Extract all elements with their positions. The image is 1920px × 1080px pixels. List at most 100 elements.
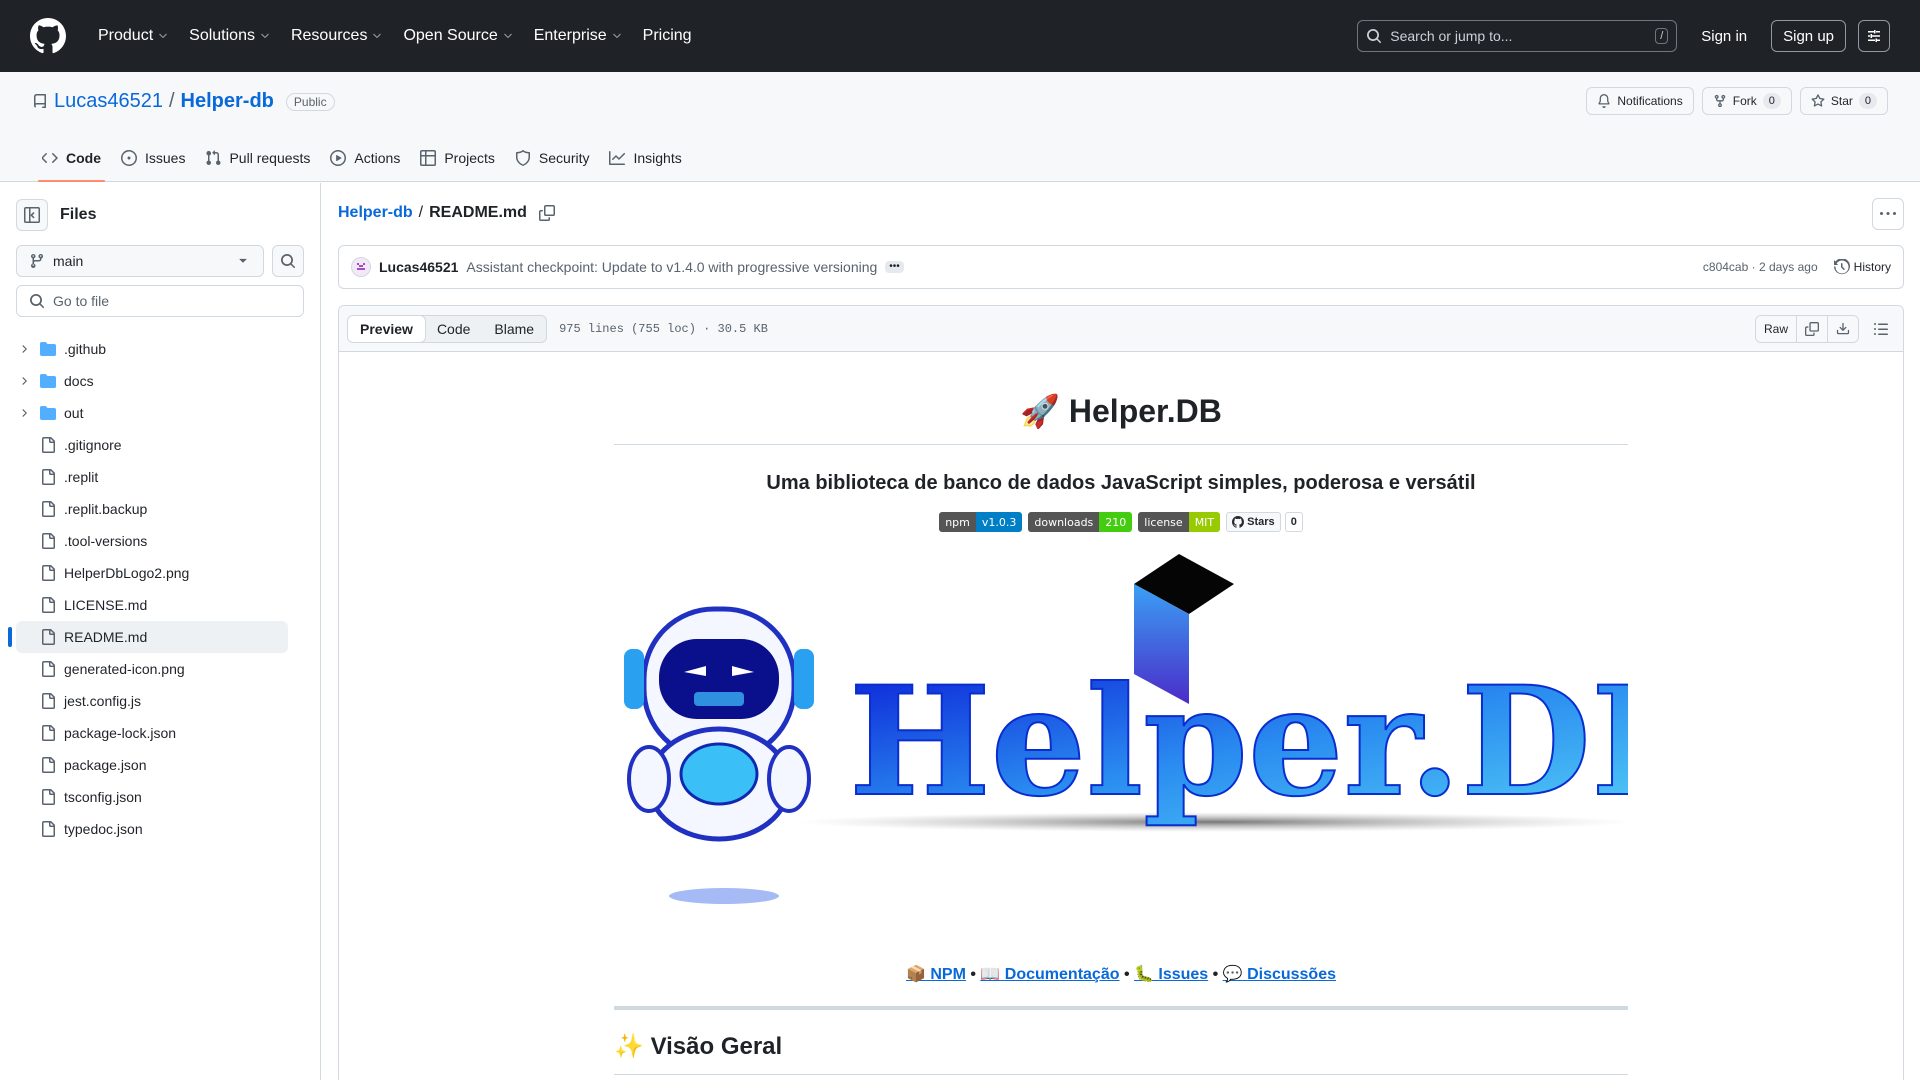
file-icon (42, 661, 55, 677)
stars-button: Stars (1226, 512, 1281, 532)
expand-commit-message-button[interactable]: ••• (885, 261, 904, 273)
tab-code[interactable]: Code (32, 134, 111, 182)
download-raw-button[interactable] (1828, 315, 1858, 342)
raw-copy-download-group: Raw (1754, 314, 1859, 343)
top-nav-product[interactable]: Product (90, 21, 177, 51)
file-icon (42, 757, 55, 773)
star-icon (1811, 94, 1825, 107)
link-label: Documentação (1004, 966, 1120, 983)
sparkles-emoji: ✨ (614, 1033, 644, 1060)
raw-button[interactable]: Raw (1755, 315, 1797, 342)
top-nav-resources[interactable]: Resources (283, 21, 391, 51)
repo-name-link[interactable]: Helper-db (181, 90, 274, 113)
tree-file[interactable]: jest.config.js (0, 685, 320, 717)
tree-folder[interactable]: .github (0, 333, 320, 365)
tree-file[interactable]: .replit (0, 461, 320, 493)
copy-raw-button[interactable] (1797, 315, 1828, 342)
badge-npm[interactable]: npm v1.0.3 (939, 512, 1023, 532)
tree-file[interactable]: HelperDbLogo2.png (0, 557, 320, 589)
top-nav-label: Resources (290, 27, 368, 44)
top-nav-pricing[interactable]: Pricing (635, 21, 700, 51)
top-nav-solutions[interactable]: Solutions (181, 21, 279, 51)
star-button[interactable]: Star 0 (1799, 87, 1888, 115)
go-to-file-input[interactable]: Go to file (16, 285, 304, 317)
tree-file[interactable]: typedoc.json (0, 813, 320, 845)
tree-file[interactable]: LICENSE.md (0, 589, 320, 621)
file-icon (42, 821, 55, 837)
view-tab-preview[interactable]: Preview (348, 315, 426, 342)
search-files-button[interactable] (272, 245, 304, 277)
top-nav-open-source[interactable]: Open Source (395, 21, 521, 51)
expand-folder-toggle[interactable] (16, 341, 32, 357)
tab-insights[interactable]: Insights (599, 134, 691, 182)
sign-in-link[interactable]: Sign in (1689, 28, 1759, 45)
tree-file[interactable]: .replit.backup (0, 493, 320, 525)
top-nav-enterprise[interactable]: Enterprise (526, 21, 631, 51)
readme-link-discussões[interactable]: 💬 Discussões (1223, 966, 1336, 983)
tree-folder[interactable]: out (0, 397, 320, 429)
commit-message-link[interactable]: Assistant checkpoint: Update to v1.4.0 w… (466, 259, 877, 275)
fork-button[interactable]: Fork 0 (1701, 87, 1792, 115)
download-icon (1836, 322, 1850, 334)
stars-label: Stars (1247, 516, 1275, 528)
commit-author-link[interactable]: Lucas46521 (379, 259, 458, 275)
branch-selector[interactable]: main (16, 245, 264, 277)
outline-button[interactable] (1867, 315, 1895, 343)
top-nav-label: Open Source (403, 27, 498, 44)
badge-license[interactable]: license MIT (1138, 512, 1221, 532)
pull-request-icon (206, 150, 221, 166)
collapse-sidebar-button[interactable] (16, 199, 48, 231)
tab-security[interactable]: Security (505, 134, 600, 182)
tab-actions[interactable]: Actions (320, 134, 410, 182)
file-icon (42, 437, 55, 453)
tree-item-name: out (64, 405, 84, 421)
repo-owner-link[interactable]: Lucas46521 (54, 90, 163, 113)
tree-file[interactable]: package.json (0, 749, 320, 781)
github-logo-icon[interactable] (30, 18, 66, 54)
breadcrumb-file-name: README.md (429, 204, 527, 221)
tree-file[interactable]: package-lock.json (0, 717, 320, 749)
readme-link-documentação[interactable]: 📖 Documentação (980, 966, 1119, 983)
readme-links: 📦 NPM • 📖 Documentação • 🐛 Issues • 💬 Di… (614, 964, 1628, 984)
caret-down-icon (239, 258, 247, 263)
file-tools: Raw (1754, 314, 1895, 343)
file-icon (42, 469, 55, 485)
folder-icon (40, 374, 56, 388)
breadcrumb-repo-link[interactable]: Helper-db (338, 204, 413, 222)
commit-hash-link[interactable]: c804cab (1703, 260, 1748, 274)
search-input[interactable]: Search or jump to... / (1357, 20, 1678, 52)
code-icon (42, 153, 58, 163)
view-tab-code[interactable]: Code (425, 316, 482, 342)
readme-link-issues[interactable]: 🐛 Issues (1134, 966, 1208, 983)
tree-file[interactable]: .tool-versions (0, 525, 320, 557)
files-header: Files (16, 199, 96, 231)
copy-path-icon[interactable] (538, 205, 555, 221)
menu-button[interactable] (1858, 20, 1890, 52)
repo-separator: / (168, 90, 175, 112)
notifications-label: Notifications (1617, 94, 1683, 108)
readme-link-npm[interactable]: 📦 NPM (906, 966, 966, 983)
tree-folder[interactable]: docs (0, 365, 320, 397)
expand-folder-toggle[interactable] (16, 405, 32, 421)
badge-downloads[interactable]: downloads 210 (1028, 512, 1133, 532)
tab-issues[interactable]: Issues (111, 134, 195, 182)
tree-file[interactable]: tsconfig.json (0, 781, 320, 813)
tab-pull-requests[interactable]: Pull requests (195, 134, 320, 182)
tree-file[interactable]: generated-icon.png (0, 653, 320, 685)
avatar[interactable] (351, 257, 371, 277)
expand-folder-toggle[interactable] (16, 373, 32, 389)
history-button[interactable]: History (1833, 259, 1891, 275)
tree-file[interactable]: README.md (8, 621, 288, 653)
more-options-button[interactable] (1872, 198, 1904, 230)
tab-projects[interactable]: Projects (410, 134, 505, 182)
tree-file[interactable]: .gitignore (0, 429, 320, 461)
sign-up-button[interactable]: Sign up (1771, 20, 1846, 52)
view-tab-blame[interactable]: Blame (482, 316, 546, 342)
notifications-button[interactable]: Notifications (1586, 87, 1694, 115)
visibility-badge: Public (285, 92, 335, 111)
github-stars-badge[interactable]: Stars 0 (1226, 512, 1303, 532)
file-toolbar: Preview Code Blame 975 lines (755 loc) · 3… (339, 306, 1903, 352)
file-icon (42, 725, 55, 741)
